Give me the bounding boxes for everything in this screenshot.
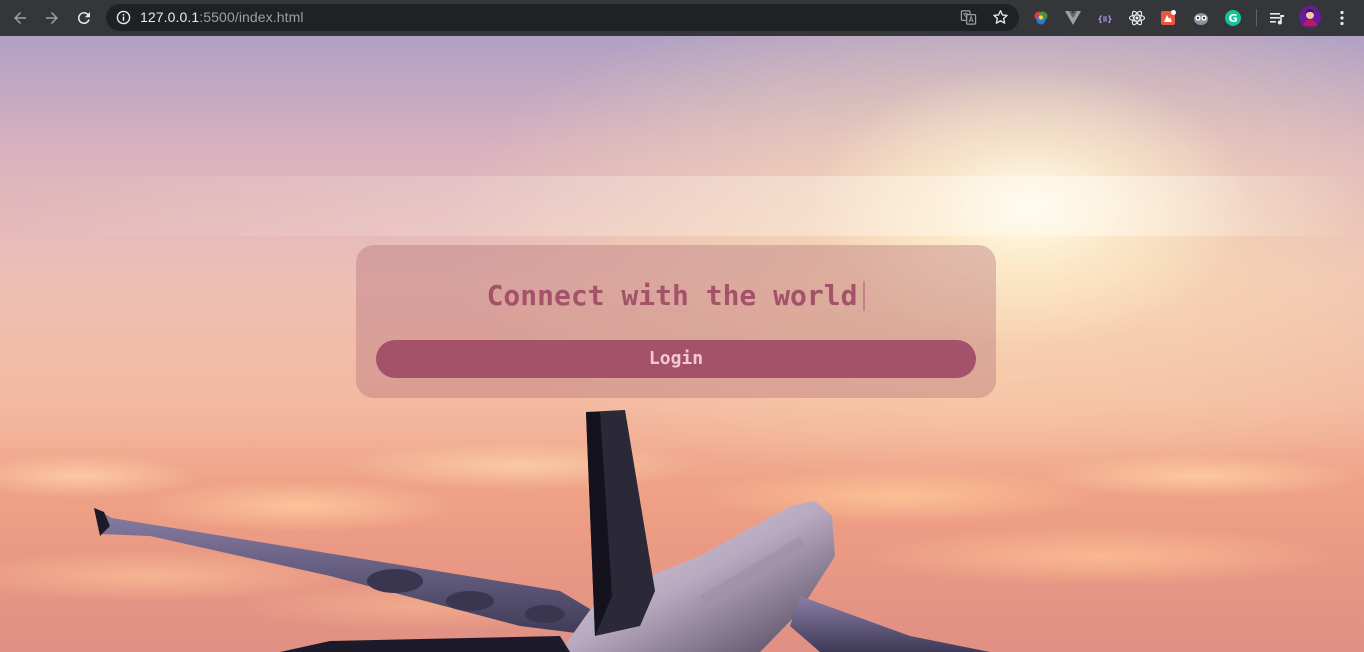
grammarly-icon[interactable]: G (1223, 8, 1243, 28)
browser-toolbar: 127.0.0.1:5500/index.html {≡} G (0, 0, 1364, 36)
star-icon[interactable] (992, 9, 1009, 26)
headline-text: Connect with the world (486, 279, 858, 312)
color-picker-icon[interactable] (1031, 8, 1051, 28)
forward-button[interactable] (41, 7, 63, 29)
ext-badge-icon[interactable] (1158, 8, 1178, 28)
back-button[interactable] (9, 7, 31, 29)
page-background: Connect with the world Login (0, 36, 1364, 652)
arrow-left-icon (14, 12, 26, 24)
url-path: :5500/index.html (199, 9, 304, 25)
translate-icon[interactable] (960, 9, 977, 26)
address-bar[interactable]: 127.0.0.1:5500/index.html (106, 4, 1019, 31)
media-playlist-icon[interactable] (1267, 8, 1287, 28)
toolbar-divider (1256, 9, 1257, 26)
svg-text:{≡}: {≡} (1098, 15, 1113, 24)
login-button[interactable]: Login (376, 340, 976, 378)
owl-icon[interactable] (1191, 8, 1211, 28)
json-viewer-icon[interactable]: {≡} (1095, 8, 1115, 28)
login-card: Connect with the world Login (356, 245, 996, 398)
url-text[interactable]: 127.0.0.1:5500/index.html (140, 9, 304, 25)
avatar[interactable] (1299, 6, 1321, 28)
vue-devtools-icon[interactable] (1063, 8, 1083, 28)
kebab-menu-icon[interactable] (1332, 8, 1352, 28)
reload-button[interactable] (73, 7, 95, 29)
react-devtools-icon[interactable] (1127, 8, 1147, 28)
url-host: 127.0.0.1 (140, 9, 200, 25)
headline: Connect with the world (356, 279, 996, 312)
arrow-right-icon (46, 12, 58, 24)
typing-cursor (863, 281, 866, 311)
svg-text:G: G (1228, 12, 1237, 25)
info-icon[interactable] (116, 10, 131, 25)
reload-icon (77, 12, 90, 25)
